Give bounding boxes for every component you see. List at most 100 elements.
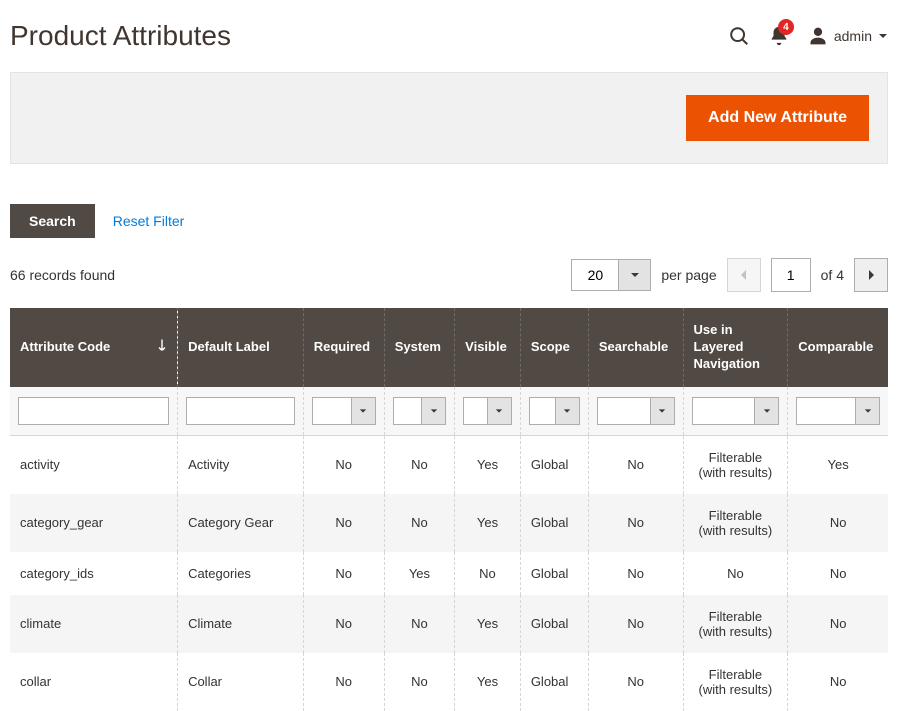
notification-badge: 4 [778,19,794,35]
cell-layered: Filterable (with results) [683,494,788,552]
per-page-input[interactable] [571,259,619,291]
filter-attribute-code[interactable] [18,397,169,425]
filter-scope[interactable] [529,397,556,425]
filter-bar: Search Reset Filter [0,164,898,252]
chevron-down-icon [878,31,888,41]
cell-required: No [303,494,384,552]
chevron-down-icon [563,407,571,415]
chevron-down-icon [630,270,640,280]
admin-user-menu[interactable]: admin [808,26,888,46]
action-bar: Add New Attribute [10,72,888,164]
cell-visible: Yes [455,653,521,711]
chevron-down-icon [763,407,771,415]
admin-user-label: admin [834,28,872,44]
cell-comparable: No [788,494,888,552]
search-icon[interactable] [728,25,750,47]
chevron-down-icon [495,407,503,415]
pager-total: of 4 [821,267,844,283]
cell-system: Yes [384,552,454,595]
chevron-down-icon [430,407,438,415]
chevron-down-icon [658,407,666,415]
filter-layered[interactable] [692,397,756,425]
filter-searchable[interactable] [597,397,651,425]
page-title: Product Attributes [10,20,231,52]
cell-label: Climate [178,595,304,653]
cell-scope: Global [520,494,588,552]
table-row[interactable]: collar Collar No No Yes Global No Filter… [10,653,888,711]
cell-code: category_gear [10,494,178,552]
filter-searchable-dropdown[interactable] [651,397,675,425]
filter-visible[interactable] [463,397,488,425]
cell-required: No [303,435,384,494]
pager-prev-button[interactable] [727,258,761,292]
filter-comparable[interactable] [796,397,856,425]
table-row[interactable]: category_gear Category Gear No No Yes Gl… [10,494,888,552]
cell-searchable: No [588,552,683,595]
filter-default-label[interactable] [186,397,295,425]
col-header-layered[interactable]: Use in Layered Navigation [683,308,788,387]
pager-current-input[interactable] [771,258,811,292]
filter-system-dropdown[interactable] [422,397,446,425]
col-header-searchable[interactable]: Searchable [588,308,683,387]
cell-system: No [384,494,454,552]
cell-visible: Yes [455,435,521,494]
pager-next-button[interactable] [854,258,888,292]
table-row[interactable]: category_ids Categories No Yes No Global… [10,552,888,595]
cell-searchable: No [588,595,683,653]
pager-bar: 66 records found per page of 4 [0,252,898,308]
cell-comparable: No [788,653,888,711]
per-page-label: per page [661,267,716,283]
filter-comparable-dropdown[interactable] [856,397,880,425]
cell-layered: Filterable (with results) [683,595,788,653]
filter-system[interactable] [393,397,422,425]
cell-label: Categories [178,552,304,595]
cell-code: climate [10,595,178,653]
cell-visible: Yes [455,494,521,552]
reset-filter-link[interactable]: Reset Filter [113,213,185,229]
col-header-attribute-code[interactable]: Attribute Code [10,308,178,387]
col-header-comparable[interactable]: Comparable [788,308,888,387]
cell-code: activity [10,435,178,494]
table-row[interactable]: climate Climate No No Yes Global No Filt… [10,595,888,653]
cell-system: No [384,653,454,711]
cell-label: Category Gear [178,494,304,552]
table-row[interactable]: activity Activity No No Yes Global No Fi… [10,435,888,494]
filter-layered-dropdown[interactable] [755,397,779,425]
cell-comparable: No [788,552,888,595]
chevron-down-icon [864,407,872,415]
col-header-default-label[interactable]: Default Label [178,308,304,387]
attributes-table: Attribute Code Default Label Required Sy… [10,308,888,711]
cell-visible: No [455,552,521,595]
chevron-left-icon [739,269,749,281]
col-header-system[interactable]: System [384,308,454,387]
per-page-dropdown-button[interactable] [619,259,651,291]
add-new-attribute-button[interactable]: Add New Attribute [686,95,869,141]
sort-arrow-down-icon [157,339,167,356]
cell-visible: Yes [455,595,521,653]
cell-code: collar [10,653,178,711]
notifications-icon[interactable]: 4 [768,25,790,47]
cell-system: No [384,435,454,494]
col-header-required[interactable]: Required [303,308,384,387]
cell-layered: No [683,552,788,595]
filter-required[interactable] [312,397,352,425]
search-button[interactable]: Search [10,204,95,238]
filter-required-dropdown[interactable] [352,397,376,425]
filter-visible-dropdown[interactable] [488,397,512,425]
cell-scope: Global [520,435,588,494]
col-header-scope[interactable]: Scope [520,308,588,387]
cell-scope: Global [520,595,588,653]
cell-layered: Filterable (with results) [683,653,788,711]
chevron-down-icon [359,407,367,415]
header-actions: 4 admin [728,25,888,47]
col-header-visible[interactable]: Visible [455,308,521,387]
filter-scope-dropdown[interactable] [556,397,580,425]
cell-scope: Global [520,653,588,711]
records-count: 66 records found [10,267,115,283]
cell-comparable: Yes [788,435,888,494]
cell-searchable: No [588,435,683,494]
cell-system: No [384,595,454,653]
cell-required: No [303,552,384,595]
cell-layered: Filterable (with results) [683,435,788,494]
chevron-right-icon [866,269,876,281]
